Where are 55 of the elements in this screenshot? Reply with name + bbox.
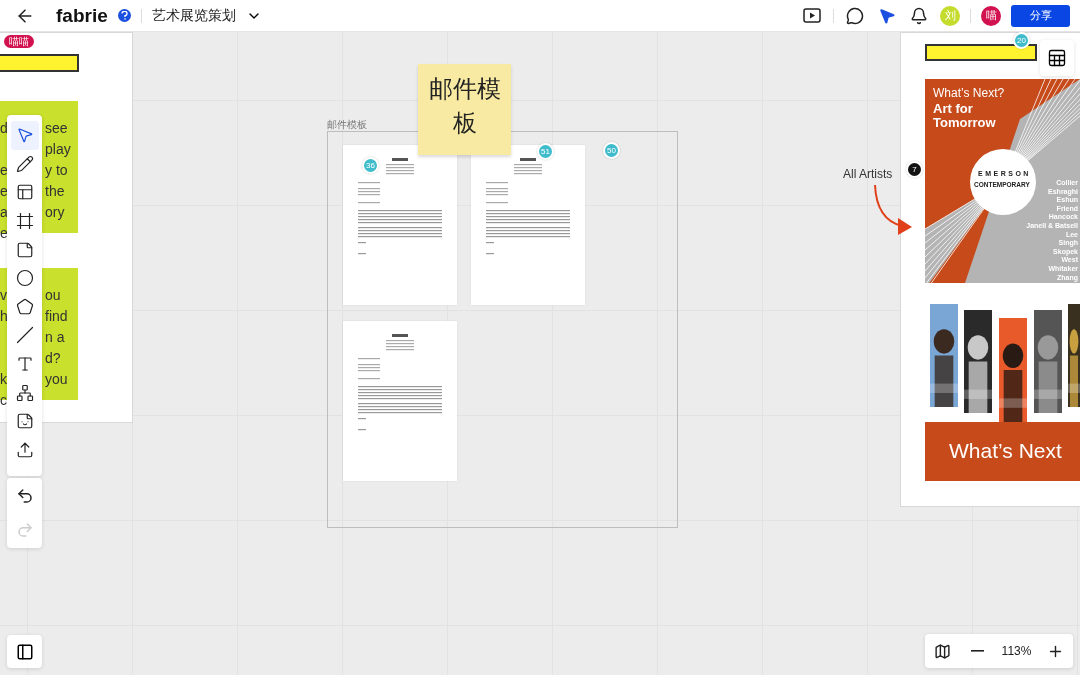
share-button[interactable]: 分享 <box>1011 4 1070 27</box>
note-text: a <box>0 204 8 220</box>
select-icon <box>15 126 34 145</box>
frame-icon <box>15 212 34 231</box>
text-icon <box>15 355 34 374</box>
pencil-icon <box>15 154 34 173</box>
sidebar-icon <box>15 642 34 661</box>
note-text: k <box>0 371 7 387</box>
frame-label[interactable]: 邮件模板 <box>327 118 367 132</box>
poster-title: Art for <box>933 101 973 116</box>
help-icon[interactable] <box>117 9 131 22</box>
note-text: the <box>45 182 65 201</box>
template-icon <box>15 183 34 202</box>
note-text: n a <box>45 328 65 347</box>
note-text: ou <box>45 286 61 305</box>
sticker-icon <box>15 412 34 431</box>
map-icon <box>934 642 951 660</box>
note-text: you <box>45 370 68 389</box>
user-avatar[interactable]: 喵 <box>981 5 1001 26</box>
comment-badge[interactable]: 50 <box>603 142 620 159</box>
undo-icon <box>15 486 34 505</box>
note-text: v <box>0 287 7 303</box>
comment-badge[interactable]: 36 <box>362 157 379 174</box>
pentagon-icon <box>15 297 34 316</box>
sidebar-toggle-button[interactable] <box>7 635 42 668</box>
app-logo: fabrie <box>56 4 108 27</box>
user-tag: 喵喵 <box>4 35 34 48</box>
note-text: d <box>0 120 8 136</box>
zoom-level[interactable]: 113% <box>1001 644 1032 658</box>
note-text: e <box>0 162 8 178</box>
upload-icon <box>15 440 34 459</box>
mind-map-icon <box>15 383 34 402</box>
table-icon <box>1047 48 1067 68</box>
note-text: play <box>45 140 71 159</box>
minus-icon <box>971 650 985 652</box>
note-text: d? <box>45 349 61 368</box>
note-text: h <box>0 308 8 324</box>
line-icon <box>15 326 34 345</box>
note-text: e <box>0 183 8 199</box>
annotation-label: All Artists <box>843 167 893 181</box>
comment-badge[interactable]: 51 <box>537 143 554 160</box>
note-text: see <box>45 119 68 138</box>
poster-title: Tomorrow <box>933 115 996 130</box>
board-title[interactable]: 艺术展览策划 <box>151 6 236 25</box>
sticky-note-icon <box>15 240 34 259</box>
banner-title: What’s Next <box>925 422 1080 481</box>
redo-icon <box>15 521 34 540</box>
circle-icon <box>15 269 34 288</box>
sticky-note: 邮件模板 <box>418 64 511 155</box>
note-text: y to <box>45 161 68 180</box>
poster-kicker: What’s Next? <box>933 86 1005 100</box>
curved-arrow-drawing <box>872 184 914 236</box>
note-text: ory <box>45 203 65 222</box>
table-button[interactable] <box>1040 40 1074 76</box>
note-text: find <box>45 307 68 326</box>
